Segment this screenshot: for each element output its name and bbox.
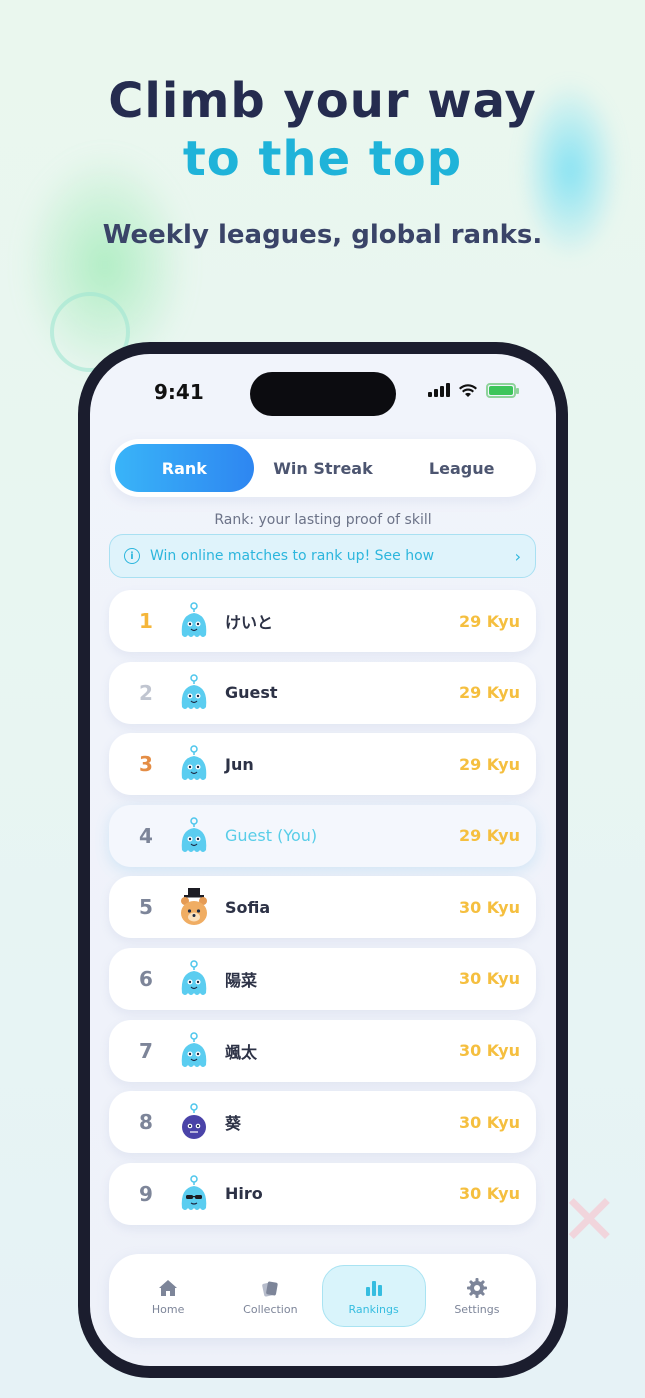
ranking-row[interactable]: 5 Sofia 30 Kyu: [109, 876, 536, 939]
bear-avatar-icon: [181, 888, 207, 926]
promo-headline: Climb your way to the top: [0, 72, 645, 188]
tab-rank[interactable]: Rank: [115, 444, 254, 492]
tab-win-streak[interactable]: Win Streak: [254, 444, 393, 492]
player-score: 30 Kyu: [458, 1184, 520, 1204]
player-score: 29 Kyu: [458, 683, 520, 703]
bottom-nav: Home Collection Rankings Settings: [109, 1254, 536, 1338]
battery-charging-icon: [486, 382, 519, 398]
rankings-icon: [365, 1280, 382, 1296]
rank-number: 2: [139, 680, 153, 705]
cellular-signal-icon: [428, 383, 450, 397]
nav-settings[interactable]: Settings: [426, 1265, 528, 1327]
ranking-row[interactable]: 1 けいと 29 Kyu: [109, 590, 536, 652]
rank-number: 9: [139, 1181, 153, 1206]
rankings-list: 1 けいと 29 Kyu 2 Guest 29 Kyu 3 Jun 29 Kyu…: [109, 590, 536, 1234]
player-score: 30 Kyu: [458, 969, 520, 989]
player-score: 30 Kyu: [458, 1041, 520, 1061]
tab-league[interactable]: League: [392, 444, 531, 492]
player-score: 29 Kyu: [458, 826, 520, 846]
rank-number: 7: [139, 1038, 153, 1063]
promo-subline: Weekly leagues, global ranks.: [102, 220, 543, 250]
phone-screen: 9:41 Rank Win Streak League Rank: your l…: [90, 354, 556, 1366]
nav-rankings-label: Rankings: [348, 1302, 399, 1316]
nav-settings-label: Settings: [454, 1302, 500, 1316]
blue-blob-avatar-icon: [181, 960, 207, 995]
rank-number: 3: [139, 752, 153, 777]
purple-ball-avatar-icon: [182, 1103, 206, 1140]
blue-blob-avatar-icon: [181, 1031, 207, 1067]
dynamic-island: [250, 372, 396, 416]
ranking-row[interactable]: 7 颯太 30 Kyu: [109, 1019, 536, 1082]
blue-blob-avatar-icon: [181, 602, 207, 637]
decor-x-mark: ✕: [560, 1179, 619, 1261]
player-name: 颯太: [225, 1042, 258, 1062]
chevron-right-icon: ›: [514, 546, 521, 566]
gear-icon: [466, 1277, 487, 1298]
headline-line-2: to the top: [182, 131, 463, 187]
home-icon: [159, 1279, 178, 1296]
ranking-row[interactable]: 8 葵 30 Kyu: [109, 1091, 536, 1154]
status-time: 9:41: [154, 380, 204, 404]
wifi-icon: [459, 384, 477, 397]
player-name: Guest: [225, 683, 278, 703]
ranking-row[interactable]: 9 Hiro 30 Kyu: [109, 1162, 536, 1225]
ranking-row-current-user[interactable]: 4 Guest (You) 29 Kyu: [109, 804, 536, 867]
rank-number: 6: [139, 966, 153, 991]
ranking-row[interactable]: 2 Guest 29 Kyu: [109, 661, 536, 724]
nav-home[interactable]: Home: [117, 1265, 219, 1327]
player-name: けいと: [225, 613, 274, 632]
nav-rankings[interactable]: Rankings: [321, 1265, 426, 1327]
player-name: Sofia: [225, 897, 271, 917]
collection-icon: [262, 1281, 279, 1297]
player-score: 30 Kyu: [458, 897, 520, 917]
rank-number: 8: [139, 1110, 153, 1135]
nav-collection[interactable]: Collection: [219, 1265, 321, 1327]
nav-home-label: Home: [151, 1302, 185, 1316]
player-name: Jun: [225, 754, 254, 774]
player-name: Hiro: [225, 1184, 263, 1204]
ranking-row[interactable]: 3 Jun 29 Kyu: [109, 733, 536, 796]
player-score: 29 Kyu: [458, 754, 520, 774]
rank-caption: Rank: your lasting proof of skill: [214, 512, 432, 528]
blue-blob-avatar-icon: [181, 817, 207, 852]
headline-line-1: Climb your way: [108, 73, 537, 129]
blue-blob-avatar-icon: [181, 745, 207, 781]
rank-number: 4: [139, 823, 153, 848]
blue-blob-sunglasses-avatar-icon: [181, 1175, 207, 1210]
player-name: Guest (You): [225, 826, 318, 846]
ranking-tabs: Rank Win Streak League: [110, 439, 536, 497]
phone-frame: 9:41 Rank Win Streak League Rank: your l…: [78, 342, 568, 1378]
player-name: 陽菜: [225, 970, 258, 990]
status-icons: [428, 382, 519, 398]
rank-number: 1: [139, 609, 153, 633]
info-icon: i: [124, 548, 140, 564]
rank-number: 5: [139, 895, 153, 920]
info-banner-text: Win online matches to rank up! See how: [150, 548, 435, 564]
info-banner[interactable]: i Win online matches to rank up! See how…: [109, 534, 536, 578]
blue-blob-avatar-icon: [181, 673, 207, 709]
player-name: 葵: [225, 1114, 242, 1134]
nav-collection-label: Collection: [243, 1302, 298, 1316]
ranking-row[interactable]: 6 陽菜 30 Kyu: [109, 947, 536, 1010]
player-score: 29 Kyu: [458, 611, 520, 631]
player-score: 30 Kyu: [458, 1112, 520, 1132]
